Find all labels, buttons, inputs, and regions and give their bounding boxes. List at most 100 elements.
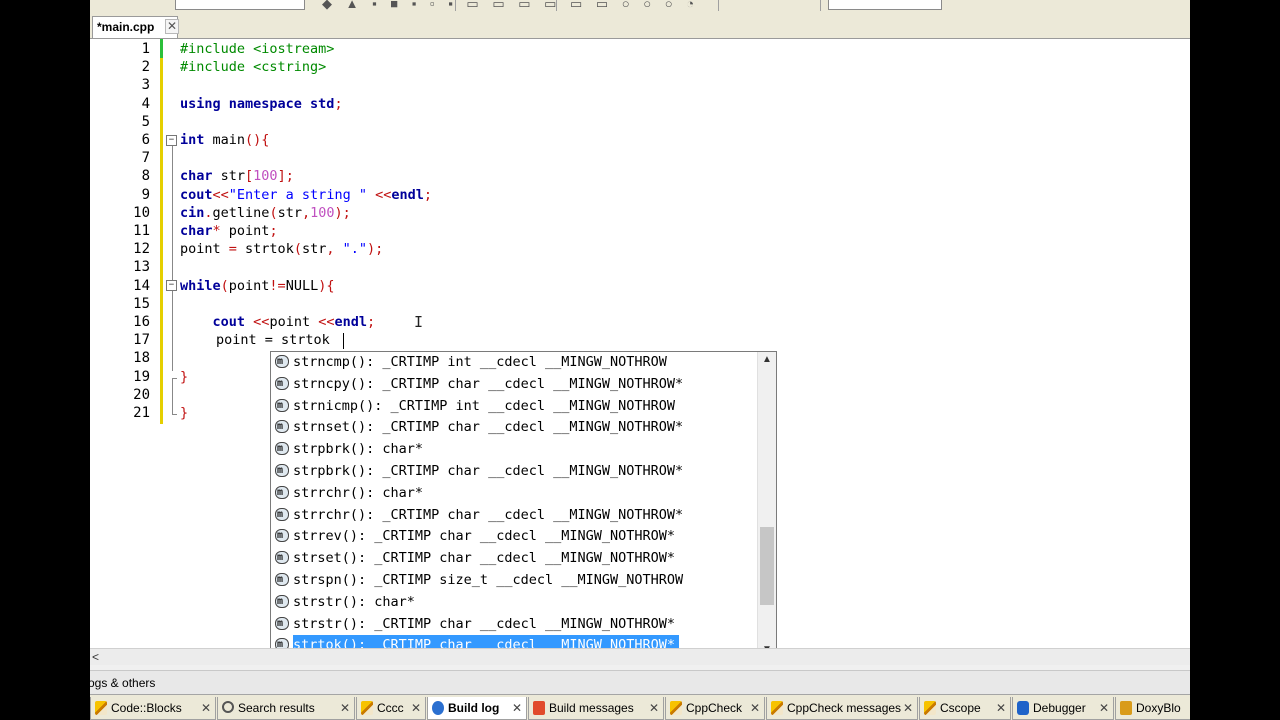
tab-build-log[interactable]: Build log ✕: [427, 697, 527, 720]
code-line: cout<<"Enter a string " <<endl;: [180, 186, 433, 203]
tab-cppcheck-messages[interactable]: CppCheck messages ✕: [766, 697, 918, 720]
close-icon[interactable]: ✕: [648, 701, 660, 715]
fold-guide: [172, 414, 177, 415]
toolbar-separator: [718, 0, 719, 11]
gear-icon: [432, 701, 444, 715]
autocomplete-item-label: strncpy(): _CRTIMP char __cdecl __MINGW_…: [293, 375, 684, 392]
error-icon: [533, 701, 545, 715]
function-icon: [274, 591, 290, 613]
code-line: #include <cstring>: [180, 59, 327, 76]
autocomplete-item[interactable]: strrchr(): char*: [271, 482, 757, 505]
tab-label: Code::Blocks: [111, 701, 182, 715]
function-icon: [274, 547, 290, 569]
autocomplete-item[interactable]: strspn(): _CRTIMP size_t __cdecl __MINGW…: [271, 569, 757, 592]
autocomplete-item-label: strspn(): _CRTIMP size_t __cdecl __MINGW…: [293, 572, 684, 588]
scroll-left-icon[interactable]: <: [92, 649, 99, 665]
function-icon: [274, 416, 290, 438]
code-line: using namespace std;: [180, 95, 343, 112]
tab-label: CppCheck messages: [787, 701, 902, 715]
logs-panel-header: ogs & others: [90, 670, 1190, 695]
tab-label: DoxyBlo: [1136, 701, 1181, 715]
close-icon[interactable]: ✕: [1098, 701, 1110, 715]
fold-collapse-icon[interactable]: −: [166, 280, 177, 291]
autocomplete-item[interactable]: strset(): _CRTIMP char __cdecl __MINGW_N…: [271, 547, 757, 570]
scroll-thumb[interactable]: [760, 527, 774, 605]
autocomplete-item[interactable]: strnicmp(): _CRTIMP int __cdecl __MINGW_…: [271, 395, 757, 418]
function-icon: [274, 352, 290, 373]
tab-cscope[interactable]: Cscope ✕: [919, 697, 1011, 720]
autocomplete-item-label: strnset(): _CRTIMP char __cdecl __MINGW_…: [293, 419, 684, 436]
logs-tab-bar: Code::Blocks ✕ Search results ✕ Cccc ✕ Build l…: [90, 694, 1190, 720]
tab-label: Build messages: [549, 701, 634, 715]
autocomplete-item[interactable]: strstr(): char*: [271, 591, 757, 614]
panel-title: ogs & others: [90, 676, 156, 690]
function-icon: [274, 504, 290, 525]
function-icon: [274, 438, 290, 460]
popup-scrollbar[interactable]: ▲ ▼: [757, 352, 776, 658]
autocomplete-item-label: strncmp(): _CRTIMP int __cdecl __MINGW_N…: [293, 354, 667, 370]
line-number: 5: [141, 113, 150, 130]
autocomplete-item[interactable]: strncpy(): _CRTIMP char __cdecl __MINGW_…: [271, 373, 757, 396]
close-icon[interactable]: ✕: [410, 701, 422, 715]
tab-cccc[interactable]: Cccc ✕: [356, 697, 426, 720]
tab-cppcheck[interactable]: CppCheck ✕: [665, 697, 765, 720]
pencil-icon: [924, 701, 936, 715]
close-icon[interactable]: ✕: [902, 701, 914, 715]
tab-search-results[interactable]: Search results ✕: [217, 697, 355, 720]
toolbar-icons[interactable]: ◆ ▲ ▪ ■ ▪ ▫ ▪ ▭ ▭ ▭ ▭ ▭ ▭ ○ ○ ○ ◔: [322, 0, 699, 12]
autocomplete-item[interactable]: strrev(): _CRTIMP char __cdecl __MINGW_N…: [271, 525, 757, 548]
tab-main-cpp[interactable]: *main.cpp ✕: [92, 16, 179, 38]
tab-build-messages[interactable]: Build messages ✕: [528, 697, 664, 720]
line-number: 10: [133, 204, 150, 221]
scroll-up-icon[interactable]: ▲: [758, 352, 776, 368]
line-number: 14: [133, 277, 150, 294]
autocomplete-item-label: strstr(): char*: [293, 593, 415, 610]
autocomplete-popup[interactable]: strncmp(): _CRTIMP int __cdecl __MINGW_N…: [270, 351, 777, 659]
tab-label: CppCheck: [686, 701, 743, 715]
autocomplete-item-label: strpbrk(): _CRTIMP char __cdecl __MINGW_…: [293, 463, 684, 479]
build-target-combo[interactable]: [175, 0, 305, 10]
tab-label: Build log: [448, 701, 500, 715]
tab-code-blocks[interactable]: Code::Blocks ✕: [90, 697, 216, 720]
autocomplete-item[interactable]: strncmp(): _CRTIMP int __cdecl __MINGW_N…: [271, 352, 757, 374]
autocomplete-item[interactable]: strrchr(): _CRTIMP char __cdecl __MINGW_…: [271, 504, 757, 527]
tab-label: Search results: [238, 701, 315, 715]
autocomplete-item-label: strrchr(): _CRTIMP char __cdecl __MINGW_…: [293, 506, 684, 523]
autocomplete-item[interactable]: strpbrk(): _CRTIMP char __cdecl __MINGW_…: [271, 460, 757, 483]
function-icon: [274, 395, 290, 416]
code-line: char* point;: [180, 223, 278, 239]
fold-margin: [163, 39, 177, 648]
search-icon: [222, 701, 234, 713]
autocomplete-item-label: strpbrk(): char*: [293, 441, 424, 458]
scope-combo[interactable]: [828, 0, 942, 10]
mouse-ibeam-cursor: I: [414, 313, 424, 331]
tab-doxyblo[interactable]: DoxyBlo: [1115, 697, 1190, 720]
fold-collapse-icon[interactable]: −: [166, 135, 177, 146]
code-line: char str[100];: [180, 168, 294, 185]
code-line: while(point!=NULL){: [180, 277, 335, 294]
autocomplete-item[interactable]: strpbrk(): char*: [271, 438, 757, 461]
code-editor[interactable]: 1 2 3 4 5 6 7 8 9 10 11 12 13 14 15 16 17 18 19 20 21 − − #i…: [90, 39, 1190, 659]
close-icon[interactable]: ✕: [165, 19, 179, 34]
function-icon: [274, 569, 290, 591]
line-number: 16: [133, 314, 150, 330]
autocomplete-item[interactable]: strstr(): _CRTIMP char __cdecl __MINGW_N…: [271, 613, 757, 636]
code-line: int main(){: [180, 132, 270, 148]
line-number: 2: [141, 59, 150, 76]
autocomplete-item-label: strstr(): _CRTIMP char __cdecl __MINGW_N…: [293, 615, 676, 632]
tab-label: *main.cpp: [97, 20, 155, 34]
close-icon[interactable]: ✕: [511, 701, 523, 715]
line-number: 4: [141, 95, 150, 112]
autocomplete-item[interactable]: strnset(): _CRTIMP char __cdecl __MINGW_…: [271, 416, 757, 439]
close-icon[interactable]: ✕: [749, 701, 761, 715]
line-number: 7: [141, 150, 150, 167]
line-number: 17: [133, 332, 150, 349]
close-icon[interactable]: ✕: [339, 701, 351, 715]
close-icon[interactable]: ✕: [200, 701, 212, 715]
tab-debugger[interactable]: Debugger ✕: [1012, 697, 1114, 720]
fold-guide: [172, 378, 173, 414]
close-icon[interactable]: ✕: [995, 701, 1007, 715]
line-number: 6: [141, 132, 150, 148]
horizontal-scrollbar[interactable]: <: [90, 648, 1190, 665]
autocomplete-item-label: strrev(): _CRTIMP char __cdecl __MINGW_N…: [293, 528, 676, 545]
